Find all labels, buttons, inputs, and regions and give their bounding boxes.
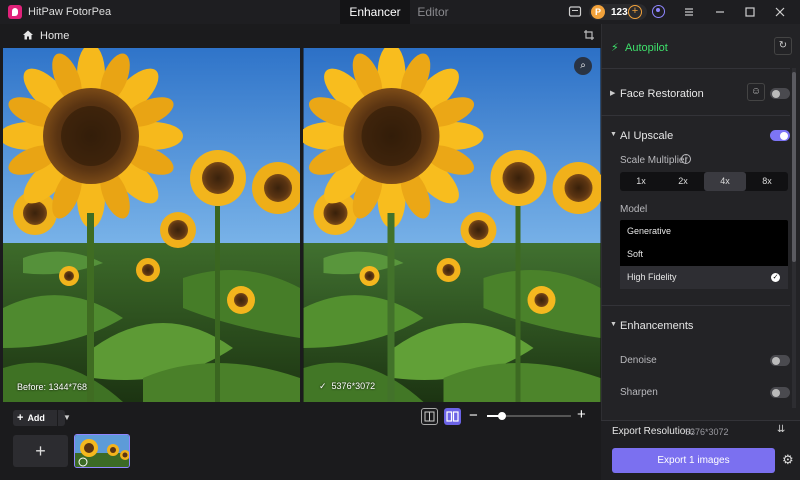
collapse-triangle-icon[interactable]: ▼	[610, 321, 617, 328]
bolt-icon: ⚡	[611, 42, 619, 54]
check-icon: ✓	[771, 273, 780, 282]
after-resolution-label: ✓ 5376*3072	[319, 381, 376, 391]
scale-option-selected[interactable]: 4x	[704, 172, 746, 191]
zoom-in-button[interactable]: +	[577, 407, 586, 422]
chat-icon[interactable]	[568, 5, 582, 19]
export-button[interactable]: Export 1 images	[612, 448, 775, 473]
enhancements-label[interactable]: Enhancements	[620, 320, 693, 332]
home-link[interactable]: Home	[40, 30, 69, 42]
thumbnail-image	[75, 435, 129, 467]
add-button[interactable]: + Add ▼	[13, 410, 71, 426]
before-resolution-label: Before: 1344*768	[17, 382, 88, 392]
divider	[601, 68, 790, 69]
chevron-down-icon[interactable]: ▼	[57, 410, 76, 426]
autopilot-label[interactable]: Autopilot	[625, 42, 668, 54]
ai-upscale-label[interactable]: AI Upscale	[620, 130, 673, 142]
chevron-double-down-icon[interactable]: ⇊	[777, 424, 785, 435]
model-option-label: High Fidelity	[627, 272, 677, 282]
image-thumbnail[interactable]	[74, 434, 130, 468]
app-name: HitPaw FotorPea	[28, 6, 112, 18]
menu-icon[interactable]	[682, 5, 696, 19]
crop-icon[interactable]	[583, 29, 595, 41]
info-icon[interactable]: i	[681, 154, 691, 164]
ai-upscale-toggle[interactable]	[770, 130, 790, 141]
minimize-icon[interactable]	[713, 5, 727, 19]
credits-count: 123	[611, 6, 628, 18]
split-view-button[interactable]	[421, 408, 438, 425]
face-icon[interactable]: ☺	[747, 83, 765, 101]
model-option-soft[interactable]: Soft	[620, 243, 788, 266]
close-icon[interactable]	[773, 5, 787, 19]
gear-icon[interactable]: ⚙	[782, 453, 794, 466]
divider	[601, 305, 790, 306]
model-label: Model	[620, 204, 648, 215]
denoise-label: Denoise	[620, 355, 657, 366]
breadcrumb	[0, 24, 601, 48]
face-restoration-label[interactable]: Face Restoration	[620, 88, 704, 100]
scale-option[interactable]: 2x	[662, 172, 704, 191]
collapse-triangle-icon[interactable]: ▼	[610, 131, 617, 138]
tab-editor[interactable]: Editor	[410, 0, 456, 24]
plus-icon: +	[17, 412, 24, 424]
buy-credits-icon[interactable]: +	[628, 5, 642, 19]
sunflower-image-after	[303, 48, 601, 402]
face-restoration-toggle[interactable]	[770, 88, 790, 99]
add-image-tile[interactable]: +	[13, 435, 68, 467]
sharpen-label: Sharpen	[620, 387, 658, 398]
divider	[601, 115, 790, 116]
preview-canvas: Before: 1344*768 ⌕ ✓ 5376*3072	[3, 48, 601, 402]
model-option-high-fidelity[interactable]: High Fidelity ✓	[620, 266, 788, 289]
side-by-side-icon	[446, 411, 459, 422]
scale-option[interactable]: 8x	[746, 172, 788, 191]
scale-multiplier-label: Scale Multiplier	[620, 155, 688, 166]
denoise-toggle[interactable]	[770, 355, 790, 366]
sunflower-image-before	[3, 48, 300, 402]
scale-multiplier-selector: 1x 2x 4x 8x	[620, 172, 788, 191]
after-resolution-value: 5376*3072	[331, 381, 376, 391]
zoom-out-button[interactable]: −	[469, 408, 478, 423]
zoom-in-icon[interactable]: ⌕	[574, 57, 592, 75]
export-resolution-label: Export Resolution:	[612, 426, 694, 437]
home-icon[interactable]	[22, 29, 34, 41]
export-resolution-value: 5376*3072	[685, 427, 729, 437]
before-preview: Before: 1344*768	[3, 48, 300, 402]
scale-option[interactable]: 1x	[620, 172, 662, 191]
expand-triangle-icon[interactable]: ▶	[610, 89, 615, 97]
title-bar: HitPaw FotorPea Enhancer Editor P 123 +	[0, 0, 800, 24]
app-logo	[8, 5, 22, 19]
refresh-button[interactable]: ↻	[774, 37, 792, 55]
maximize-icon[interactable]	[743, 5, 757, 19]
split-view-icon	[424, 411, 435, 422]
side-by-side-view-button[interactable]	[444, 408, 461, 425]
after-preview: ⌕ ✓ 5376*3072	[303, 48, 601, 402]
model-option-generative[interactable]: Generative	[620, 220, 788, 243]
sharpen-toggle[interactable]	[770, 387, 790, 398]
account-icon[interactable]	[652, 5, 665, 18]
add-button-label: Add	[27, 413, 45, 423]
panel-scrollbar-thumb[interactable]	[792, 72, 796, 262]
coin-icon: P	[591, 5, 605, 19]
tab-enhancer[interactable]: Enhancer	[340, 0, 410, 24]
